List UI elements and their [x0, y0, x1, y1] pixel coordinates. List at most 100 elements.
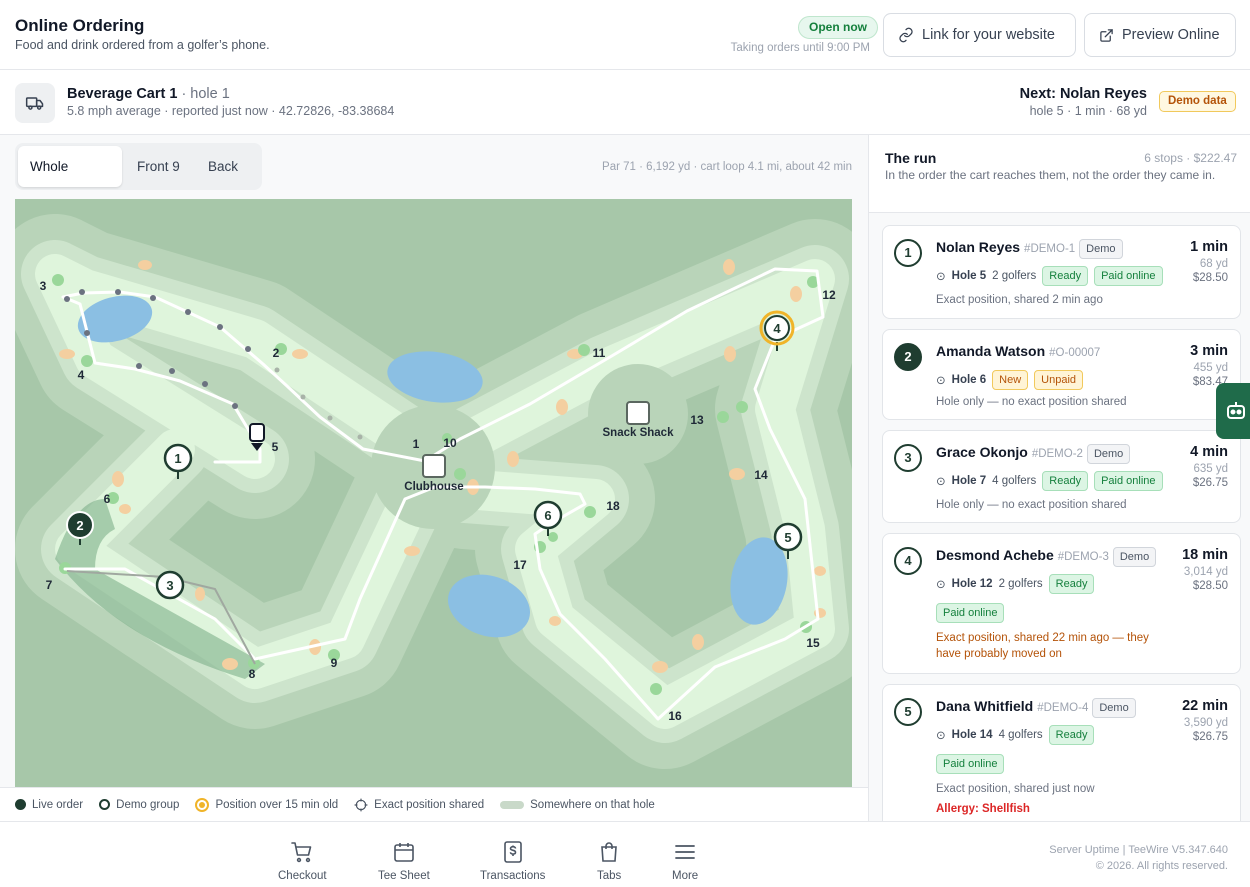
stop-hole: Hole 12: [951, 578, 993, 590]
stop-note: Exact position, shared 22 min ago — they…: [936, 632, 1149, 660]
run-title: The run: [885, 150, 937, 166]
nav-checkout[interactable]: Checkout: [278, 840, 327, 882]
hole-number: 17: [513, 558, 527, 572]
run-panel: The run 6 stops · $222.47 In the order t…: [868, 135, 1250, 821]
stop-name: Grace Okonjo: [936, 444, 1028, 460]
payment-tag: Paid online: [936, 603, 1005, 623]
stop-eta: 4 min: [1190, 444, 1228, 460]
stop-card[interactable]: 4 Desmond Achebe #DEMO-3 Demo ⊙ Hole 12 2 …: [882, 533, 1241, 674]
demo-tag: Demo: [1112, 547, 1157, 567]
hole-number: 2: [273, 346, 280, 360]
old-position-icon: [195, 797, 210, 812]
dollar-receipt-icon: [503, 841, 522, 863]
hole-number: 12: [822, 288, 836, 302]
stop-price: $26.75: [1192, 477, 1228, 489]
payment-tag: Paid online: [936, 754, 1005, 774]
stop-distance: 635 yd: [1193, 463, 1228, 475]
stop-card[interactable]: 2 Amanda Watson #O-00007 ⊙ Hole 6 New Unp…: [882, 329, 1241, 420]
order-code: #DEMO-4: [1037, 702, 1089, 714]
stop-golfers: 2 golfers: [998, 578, 1043, 590]
stop-card[interactable]: 1 Nolan Reyes #DEMO-1 Demo ⊙ Hole 5 2 golf…: [882, 225, 1241, 319]
shopping-bag-icon: [601, 842, 617, 862]
preview-online-button[interactable]: Preview Online: [1084, 13, 1236, 57]
demo-tag: Demo: [1092, 698, 1136, 718]
external-link-icon: [1100, 28, 1113, 42]
nav-transactions[interactable]: Transactions: [480, 840, 545, 882]
nav-tee-sheet[interactable]: Tee Sheet: [378, 840, 430, 882]
run-summary: 6 stops · $222.47: [1144, 151, 1237, 165]
menu-icon: [675, 845, 695, 859]
demo-dot-icon: [99, 799, 111, 810]
stop-price: $28.50: [1192, 580, 1228, 592]
stop-number: 4: [894, 547, 922, 575]
svg-text:3: 3: [166, 578, 173, 593]
demo-tag: Demo: [1079, 239, 1123, 259]
stop-note: Exact position, shared 2 min ago: [936, 294, 1103, 306]
stop-distance: 3,590 yd: [1183, 717, 1228, 729]
status-tag: New: [992, 370, 1029, 390]
legend-old: Position over 15 min old: [195, 797, 338, 812]
stop-eta: 3 min: [1190, 343, 1228, 359]
pin-icon: ⊙: [936, 579, 946, 591]
stop-price: $26.75: [1192, 731, 1228, 743]
snack-shack-label: Snack Shack: [603, 427, 675, 439]
stop-name: Amanda Watson: [936, 343, 1046, 359]
page-title: Online Ordering: [15, 16, 145, 35]
stop-eta: 18 min: [1182, 547, 1228, 563]
stop-number: 3: [894, 444, 922, 472]
order-code: #O-00007: [1049, 347, 1101, 359]
hole-area-swatch: [500, 800, 525, 809]
stop-card[interactable]: 5 Dana Whitfield #DEMO-4 Demo ⊙ Hole 14 4 …: [882, 684, 1241, 821]
status-note: Taking orders until 9:00 PM: [730, 42, 870, 54]
pin-icon: ⊙: [936, 271, 946, 283]
nav-tabs[interactable]: Tabs: [597, 840, 621, 882]
stop-distance: 455 yd: [1193, 362, 1228, 374]
nav-more[interactable]: More: [672, 840, 698, 882]
nav-label: More: [672, 870, 699, 882]
link-button-label: Link for your website: [922, 27, 1055, 43]
stop-distance: 68 yd: [1199, 258, 1228, 270]
nav-label: Transactions: [480, 870, 546, 882]
clubhouse-icon: [422, 454, 446, 478]
stop-golfers: 4 golfers: [992, 475, 1037, 487]
pin-icon: ⊙: [936, 375, 946, 387]
preview-button-label: Preview Online: [1122, 27, 1220, 43]
hole-number: 4: [78, 368, 85, 382]
tab-whole-course[interactable]: Whole course: [18, 146, 122, 215]
hole-number: 10: [443, 436, 457, 450]
top-header: Online Ordering Food and drink ordered f…: [0, 0, 1250, 70]
stop-hole: Hole 14: [951, 729, 993, 741]
stop-hole: Hole 7: [951, 475, 987, 487]
hole-number: 16: [668, 709, 682, 723]
map-panel: Whole course Front 9 Back 9 Par 71 · 6,1…: [0, 135, 868, 821]
order-code: #DEMO-1: [1024, 243, 1076, 255]
status-badge: Open now: [798, 16, 878, 39]
legend-live: Live order: [15, 799, 83, 811]
cart-status-bar: Beverage Cart 1 · hole 1 5.8 mph average…: [0, 70, 1250, 135]
stop-distance: 3,014 yd: [1183, 566, 1228, 578]
legend-exact: Exact position shared: [354, 798, 484, 812]
chatbot-button[interactable]: [1216, 383, 1250, 439]
footer-info: Server Uptime | TeeWire V5.347.640 © 202…: [1049, 842, 1228, 874]
stop-number: 5: [894, 698, 922, 726]
stop-golfers: 2 golfers: [992, 270, 1037, 282]
tab-back-9[interactable]: Back 9: [196, 146, 260, 215]
hole-number: 14: [754, 468, 768, 482]
bottom-nav: Checkout Tee Sheet Transactions Tabs Mor…: [0, 821, 1250, 887]
hole-number: 8: [249, 667, 256, 681]
stop-card[interactable]: 3 Grace Okonjo #DEMO-2 Demo ⊙ Hole 7 4 gol…: [882, 430, 1241, 523]
page-subtitle: Food and drink ordered from a golfer’s p…: [15, 38, 270, 52]
stop-eta: 1 min: [1190, 239, 1228, 255]
stop-number: 1: [894, 239, 922, 267]
tab-front-9[interactable]: Front 9: [125, 146, 192, 187]
demo-tag: Demo: [1086, 444, 1131, 464]
payment-tag: Unpaid: [1034, 370, 1084, 390]
next-stop-title: Next: Nolan Reyes: [1019, 86, 1147, 102]
link-icon: [899, 27, 913, 43]
hole-number: 5: [272, 440, 279, 454]
stop-name: Nolan Reyes: [936, 239, 1021, 255]
link-for-website-button[interactable]: Link for your website: [883, 13, 1076, 57]
order-code: #DEMO-2: [1031, 448, 1083, 460]
order-marker-3: 3: [155, 570, 185, 600]
course-map[interactable]: 1 2 3 4 5 6 7 8 9 10 11 12 13 14 15 16 1…: [15, 199, 852, 787]
